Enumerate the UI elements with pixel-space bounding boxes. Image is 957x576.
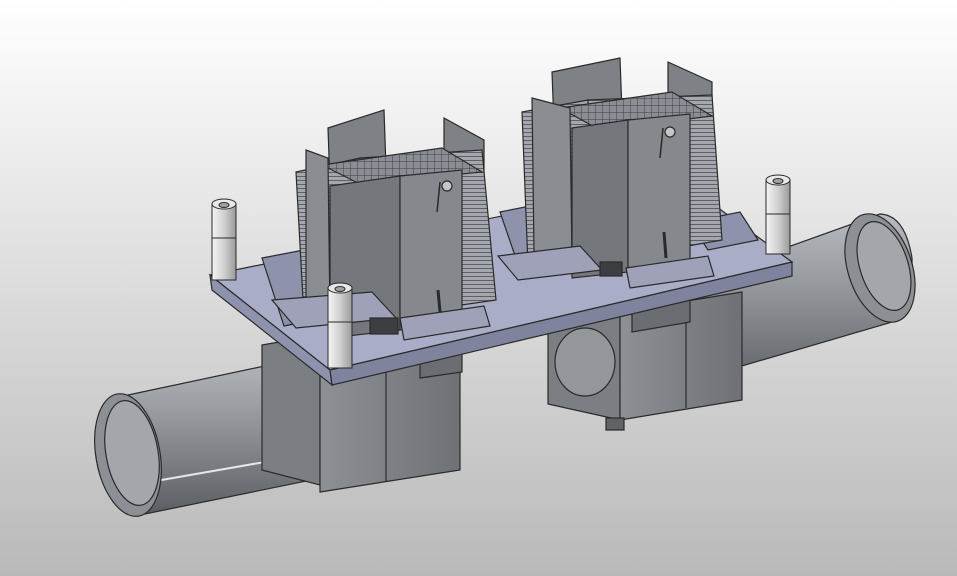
corner-bolt-back-left: [211, 198, 237, 281]
cad-assembly-icon: [0, 0, 957, 576]
corner-bolt-front-left: [327, 282, 353, 369]
cad-viewport[interactable]: [0, 0, 957, 576]
corner-bolt-back-right: [765, 174, 791, 255]
